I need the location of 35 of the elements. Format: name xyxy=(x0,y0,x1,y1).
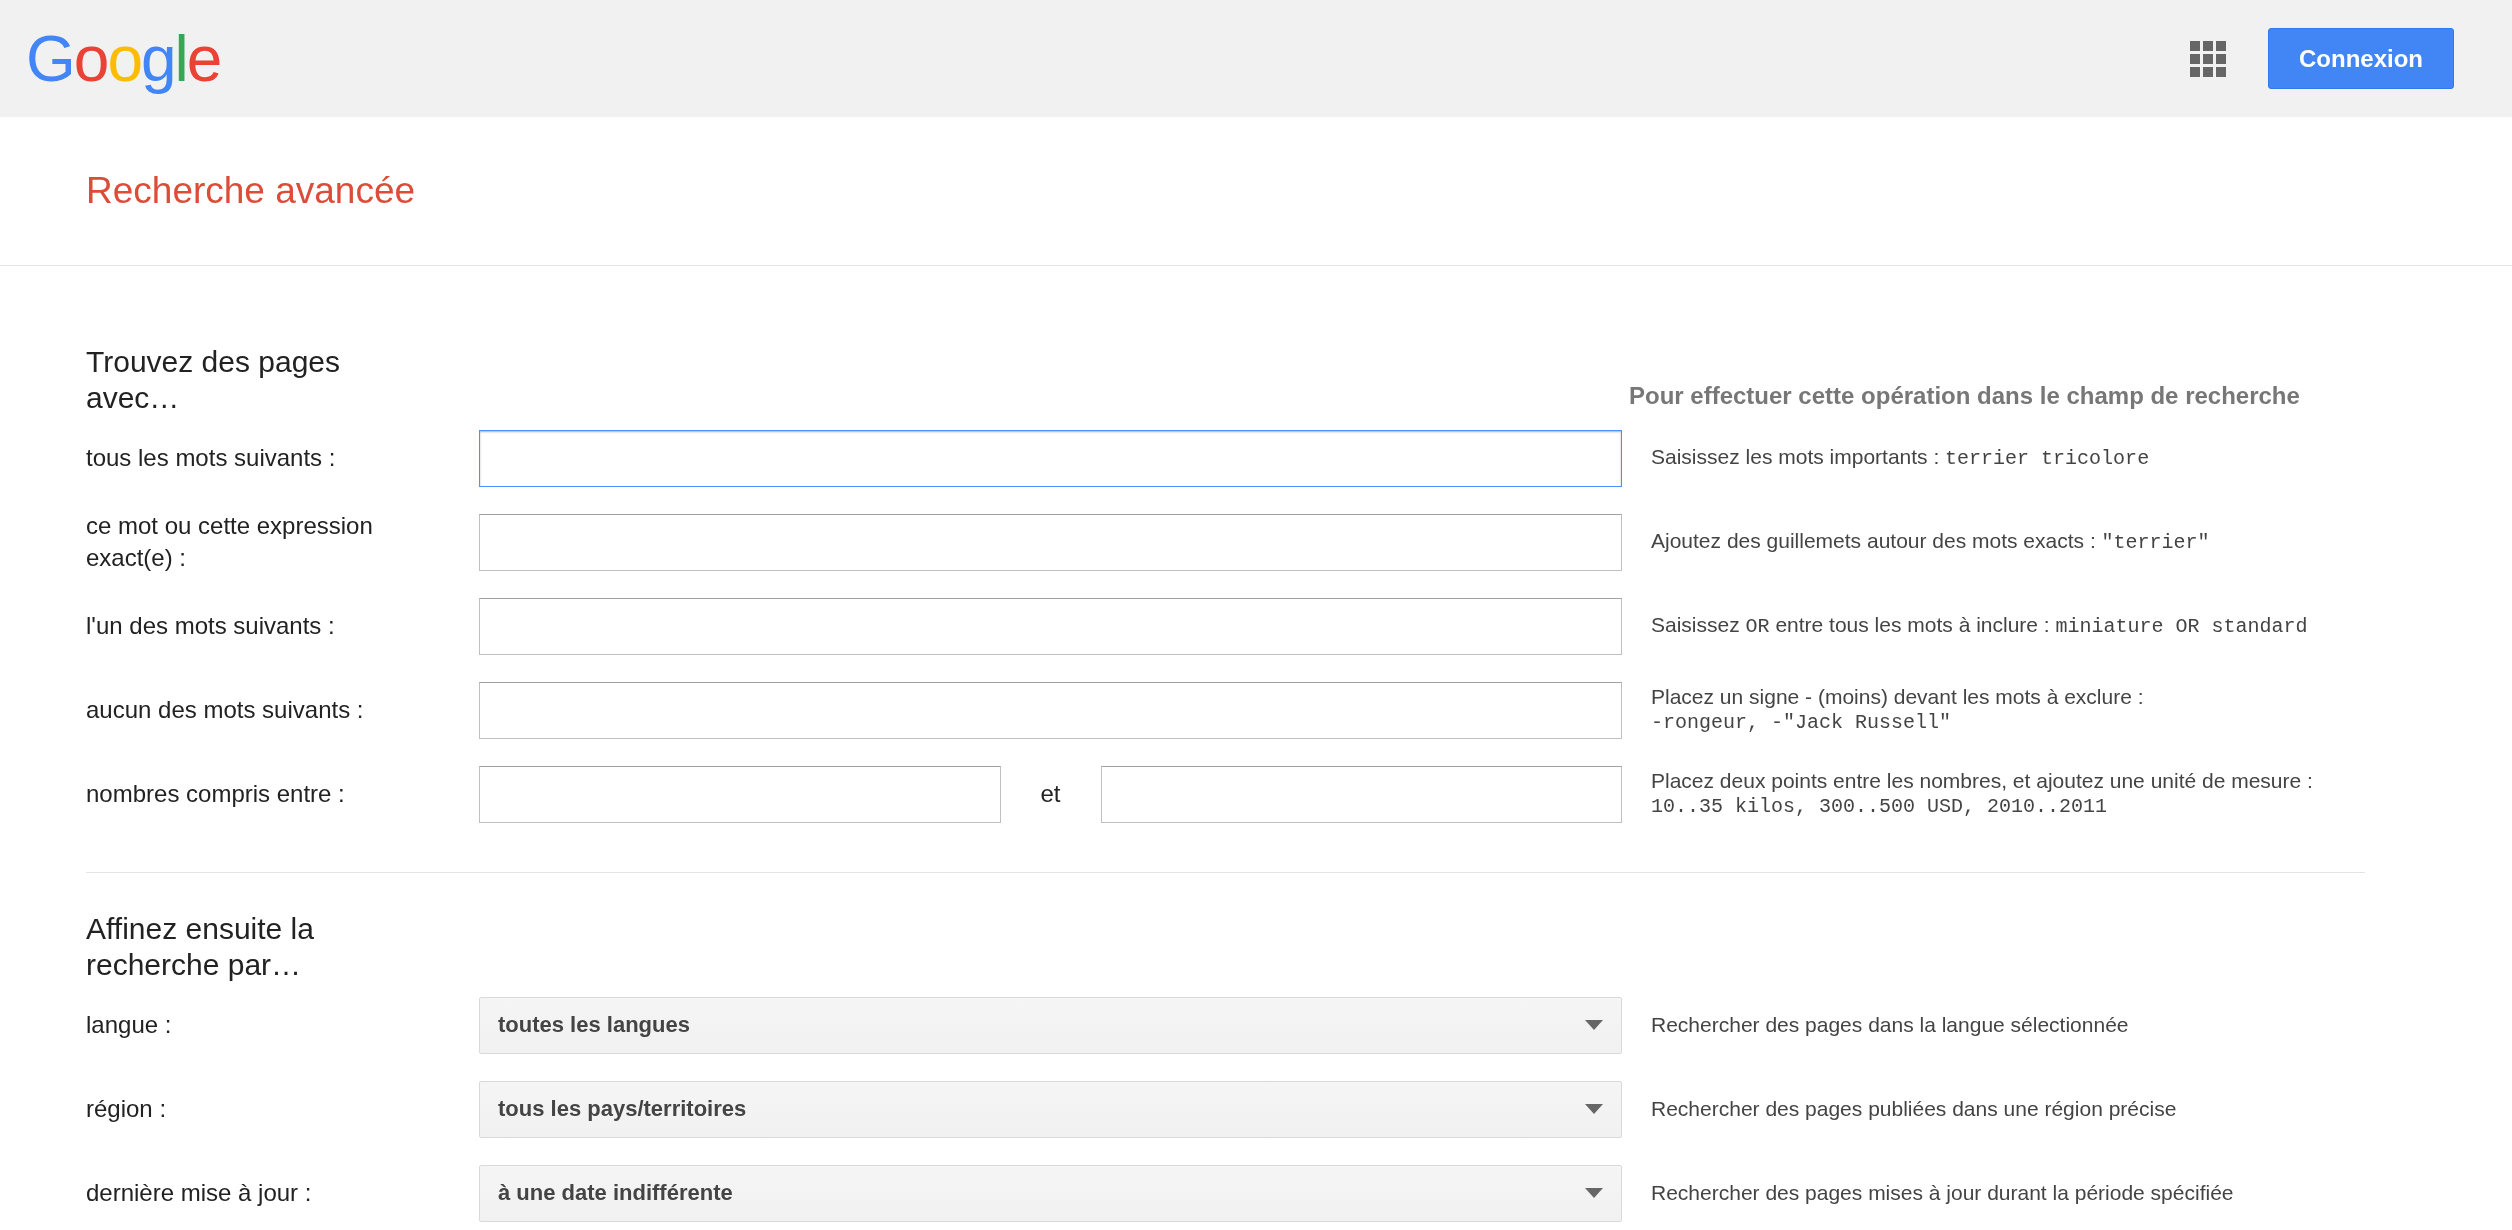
hint-text: Saisissez OR entre tous les mots à inclure : miniature OR standard xyxy=(1651,612,2309,640)
hint-heading: Pour effectuer cette opération dans le champ de recherche xyxy=(1629,382,2301,410)
page-title: Recherche avancée xyxy=(86,170,416,212)
input-field[interactable] xyxy=(479,681,1622,739)
caret-icon xyxy=(1585,1104,1603,1114)
range-separator: et xyxy=(1039,780,1062,808)
field-label: l'un des mots suivants : xyxy=(86,611,336,641)
hint-text: Placez deux points entre les nombres, et ajoutez une unité de mesure : 10..35 kilos, 300..500 USD, 2010..2011 xyxy=(1651,768,2314,820)
field-label: dernière mise à jour : xyxy=(86,1178,313,1208)
field-label: nombres compris entre : xyxy=(86,779,346,809)
field-label: tous les mots suivants : xyxy=(86,443,337,473)
hint-text: Ajoutez des guillemets autour des mots exacts : "terrier" xyxy=(1651,528,2211,556)
sign-in-button[interactable]: Connexion xyxy=(2268,28,2454,89)
hint-text: Placez un signe - (moins) devant les mots à exclure : -rongeur, -"Jack Russell" xyxy=(1651,684,2145,736)
input-field[interactable] xyxy=(479,513,1622,571)
dropdown[interactable]: tous les pays/territoires xyxy=(479,1080,1622,1138)
section-heading: Trouvez des pages avec… xyxy=(86,344,342,416)
hint-text: Rechercher des pages dans la langue sélectionnée xyxy=(1651,1012,2130,1038)
caret-icon xyxy=(1585,1188,1603,1198)
hint-text: Saisissez les mots importants : terrier tricolore xyxy=(1651,444,2151,472)
input-field[interactable] xyxy=(479,765,1001,823)
field-label: ce mot ou cette expression exact(e) : xyxy=(86,511,374,573)
input-field[interactable] xyxy=(479,429,1622,487)
dropdown[interactable]: toutes les langues xyxy=(479,996,1622,1054)
caret-icon xyxy=(1585,1020,1603,1030)
hint-text: Rechercher des pages publiées dans une région précise xyxy=(1651,1096,2178,1122)
field-label: aucun des mots suivants : xyxy=(86,695,365,725)
section-heading: Affinez ensuite la recherche par… xyxy=(86,911,315,983)
input-field[interactable] xyxy=(479,597,1622,655)
field-label: langue : xyxy=(86,1010,173,1040)
input-field[interactable] xyxy=(1100,765,1622,823)
dropdown[interactable]: à une date indifférente xyxy=(479,1164,1622,1222)
field-label: région : xyxy=(86,1094,168,1124)
apps-grid-icon[interactable] xyxy=(2190,40,2226,77)
hint-text: Rechercher des pages mises à jour durant la période spécifiée xyxy=(1651,1180,2235,1206)
